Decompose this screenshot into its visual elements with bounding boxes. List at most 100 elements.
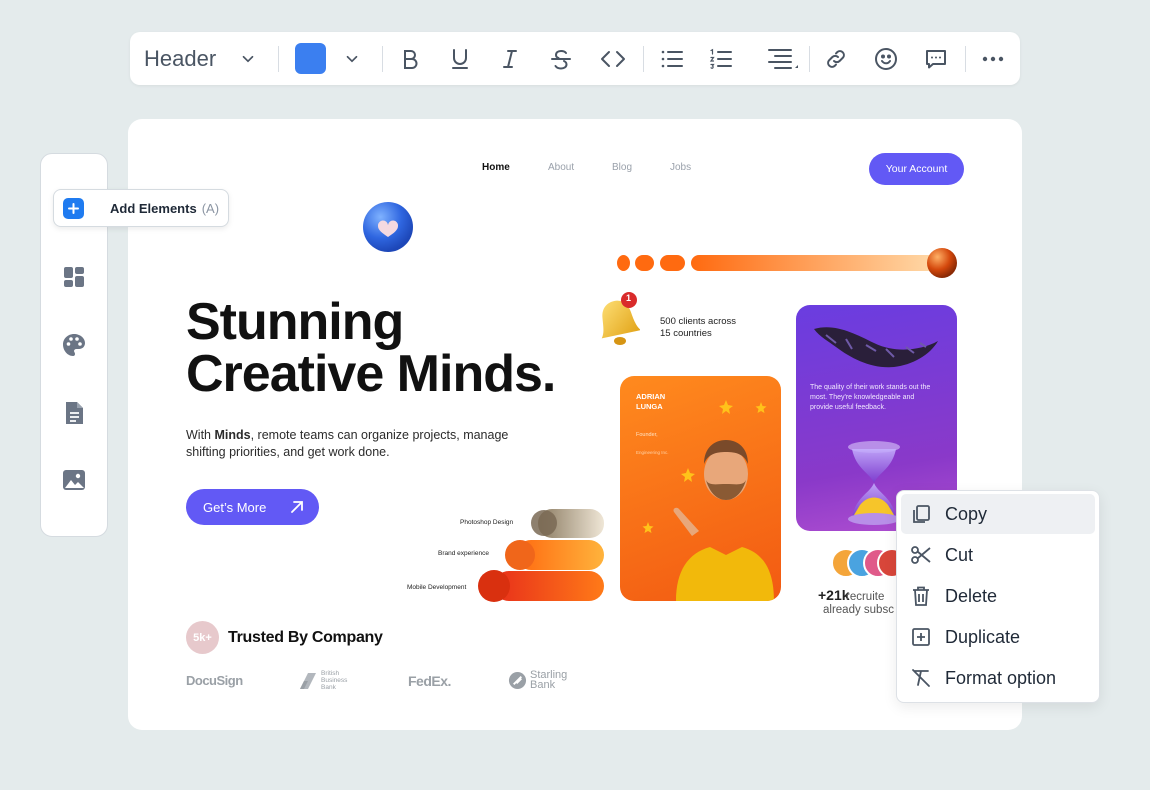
recruit-count: +21k xyxy=(818,587,850,603)
context-menu: Copy Cut Delete Duplicate Format option xyxy=(896,490,1100,703)
arrow-up-right-icon xyxy=(291,501,304,513)
skill-label-mobile: Mobile Development xyxy=(407,584,467,591)
add-elements-label: Add Elements xyxy=(110,200,197,216)
image-icon xyxy=(63,470,85,490)
nav-about[interactable]: About xyxy=(548,162,574,173)
headline-line2: Creative Minds. xyxy=(186,345,556,403)
add-elements-button[interactable]: Add Elements (A) xyxy=(53,189,229,227)
bbb-mark-icon xyxy=(300,672,316,689)
numbered-list-icon xyxy=(709,48,732,69)
menu-item-label: Format option xyxy=(945,667,1057,688)
sidebar-item-pages[interactable] xyxy=(61,400,87,426)
sidebar-item-layout[interactable] xyxy=(61,264,87,290)
gets-more-button[interactable]: Get’s More xyxy=(186,489,319,525)
trusted-badge: 5k+ xyxy=(186,621,219,654)
progress-decoration xyxy=(617,248,959,280)
sidebar-item-theme[interactable] xyxy=(61,332,87,358)
bold-button[interactable] xyxy=(398,32,422,85)
strikethrough-icon xyxy=(551,49,571,70)
strikethrough-button[interactable] xyxy=(548,32,574,85)
heading-select-value: Header xyxy=(144,45,217,71)
link-icon xyxy=(827,49,845,68)
subtitle-bold: Minds xyxy=(214,428,251,442)
clients-stat: 500 clients across 15 countries xyxy=(660,316,736,339)
starling-bank-logo: Starling Bank xyxy=(508,670,567,691)
profile-photo xyxy=(642,400,774,601)
menu-item-cut[interactable]: Cut xyxy=(901,535,1095,575)
menu-item-copy[interactable]: Copy xyxy=(901,494,1095,534)
plus-icon xyxy=(63,197,84,219)
recruit-text-1: recruite xyxy=(846,591,885,603)
nav-jobs[interactable]: Jobs xyxy=(670,162,691,173)
duplicate-icon xyxy=(912,628,930,646)
toolbar-divider xyxy=(965,46,966,72)
nav-blog[interactable]: Blog xyxy=(612,162,632,173)
bell-icon: 1 xyxy=(592,289,640,349)
menu-item-label: Duplicate xyxy=(945,626,1021,647)
bullet-list-icon xyxy=(661,50,683,67)
more-options-button[interactable] xyxy=(980,32,1006,85)
chevron-down-icon xyxy=(346,55,358,62)
menu-item-label: Cut xyxy=(945,544,974,565)
bold-icon xyxy=(404,49,418,69)
text-color-button[interactable] xyxy=(293,32,327,85)
menu-item-format-option[interactable]: Format option xyxy=(901,658,1095,698)
italic-icon xyxy=(503,49,517,68)
clear-format-icon xyxy=(912,669,930,687)
palette-icon xyxy=(63,334,85,356)
heading-select[interactable]: Header xyxy=(144,32,274,85)
sidebar-item-media[interactable] xyxy=(61,467,87,493)
align-button[interactable] xyxy=(764,32,800,85)
chevron-down-icon xyxy=(242,55,254,62)
code-icon xyxy=(601,50,625,67)
trusted-title: Trusted By Company xyxy=(228,629,383,646)
toolbar-divider xyxy=(278,46,279,72)
avatar-group xyxy=(831,548,901,578)
bbb-line1: British xyxy=(321,670,340,677)
subtitle-pre: With xyxy=(186,428,215,442)
formatting-toolbar: Header xyxy=(130,32,1020,85)
fedex-logo: FedEx. xyxy=(408,673,451,689)
align-right-icon xyxy=(768,48,798,69)
clients-line1: 500 clients across xyxy=(660,316,737,327)
underline-button[interactable] xyxy=(448,32,472,85)
bbb-line2: Business xyxy=(321,677,348,684)
hero-subtitle: With Minds, remote teams can organize pr… xyxy=(186,427,526,461)
trash-icon xyxy=(913,586,929,606)
color-dropdown-button[interactable] xyxy=(340,32,364,85)
toolbar-divider xyxy=(382,46,383,72)
add-elements-shortcut: (A) xyxy=(201,200,220,216)
more-icon xyxy=(982,56,1004,61)
clients-line2: 15 countries xyxy=(660,327,712,339)
docusign-logo: DocuSign xyxy=(186,673,243,688)
menu-item-delete[interactable]: Delete xyxy=(901,576,1095,616)
code-button[interactable] xyxy=(599,32,627,85)
testimonial-text: The quality of their work stands out the… xyxy=(810,384,931,411)
italic-button[interactable] xyxy=(498,32,522,85)
notification-count: 1 xyxy=(626,293,632,303)
profile-card: ADRIAN LUNGA Founder, Engineering Inc. xyxy=(620,376,781,601)
underline-icon xyxy=(452,48,468,69)
emoji-button[interactable] xyxy=(873,32,899,85)
bullet-list-button[interactable] xyxy=(659,32,685,85)
scissors-icon xyxy=(911,546,931,564)
layout-icon xyxy=(64,267,84,287)
comment-button[interactable] xyxy=(923,32,949,85)
skill-bars xyxy=(476,505,606,605)
recruit-text-2: already subsc xyxy=(823,604,894,616)
headline-line1: Stunning xyxy=(186,293,404,351)
bbb-line3: Bank xyxy=(321,684,336,691)
cta-label: Get’s More xyxy=(203,499,267,515)
color-swatch xyxy=(294,43,326,74)
your-account-button[interactable]: Your Account xyxy=(869,153,964,185)
menu-item-duplicate[interactable]: Duplicate xyxy=(901,617,1095,657)
emoji-icon xyxy=(875,47,897,70)
nav-home[interactable]: Home xyxy=(482,162,510,173)
toolbar-divider xyxy=(809,46,810,72)
british-business-bank-logo: British Business Bank xyxy=(298,670,347,691)
document-icon xyxy=(66,402,83,424)
link-button[interactable] xyxy=(824,32,848,85)
menu-item-label: Delete xyxy=(945,585,998,606)
menu-item-label: Copy xyxy=(945,503,988,524)
numbered-list-button[interactable] xyxy=(708,32,734,85)
